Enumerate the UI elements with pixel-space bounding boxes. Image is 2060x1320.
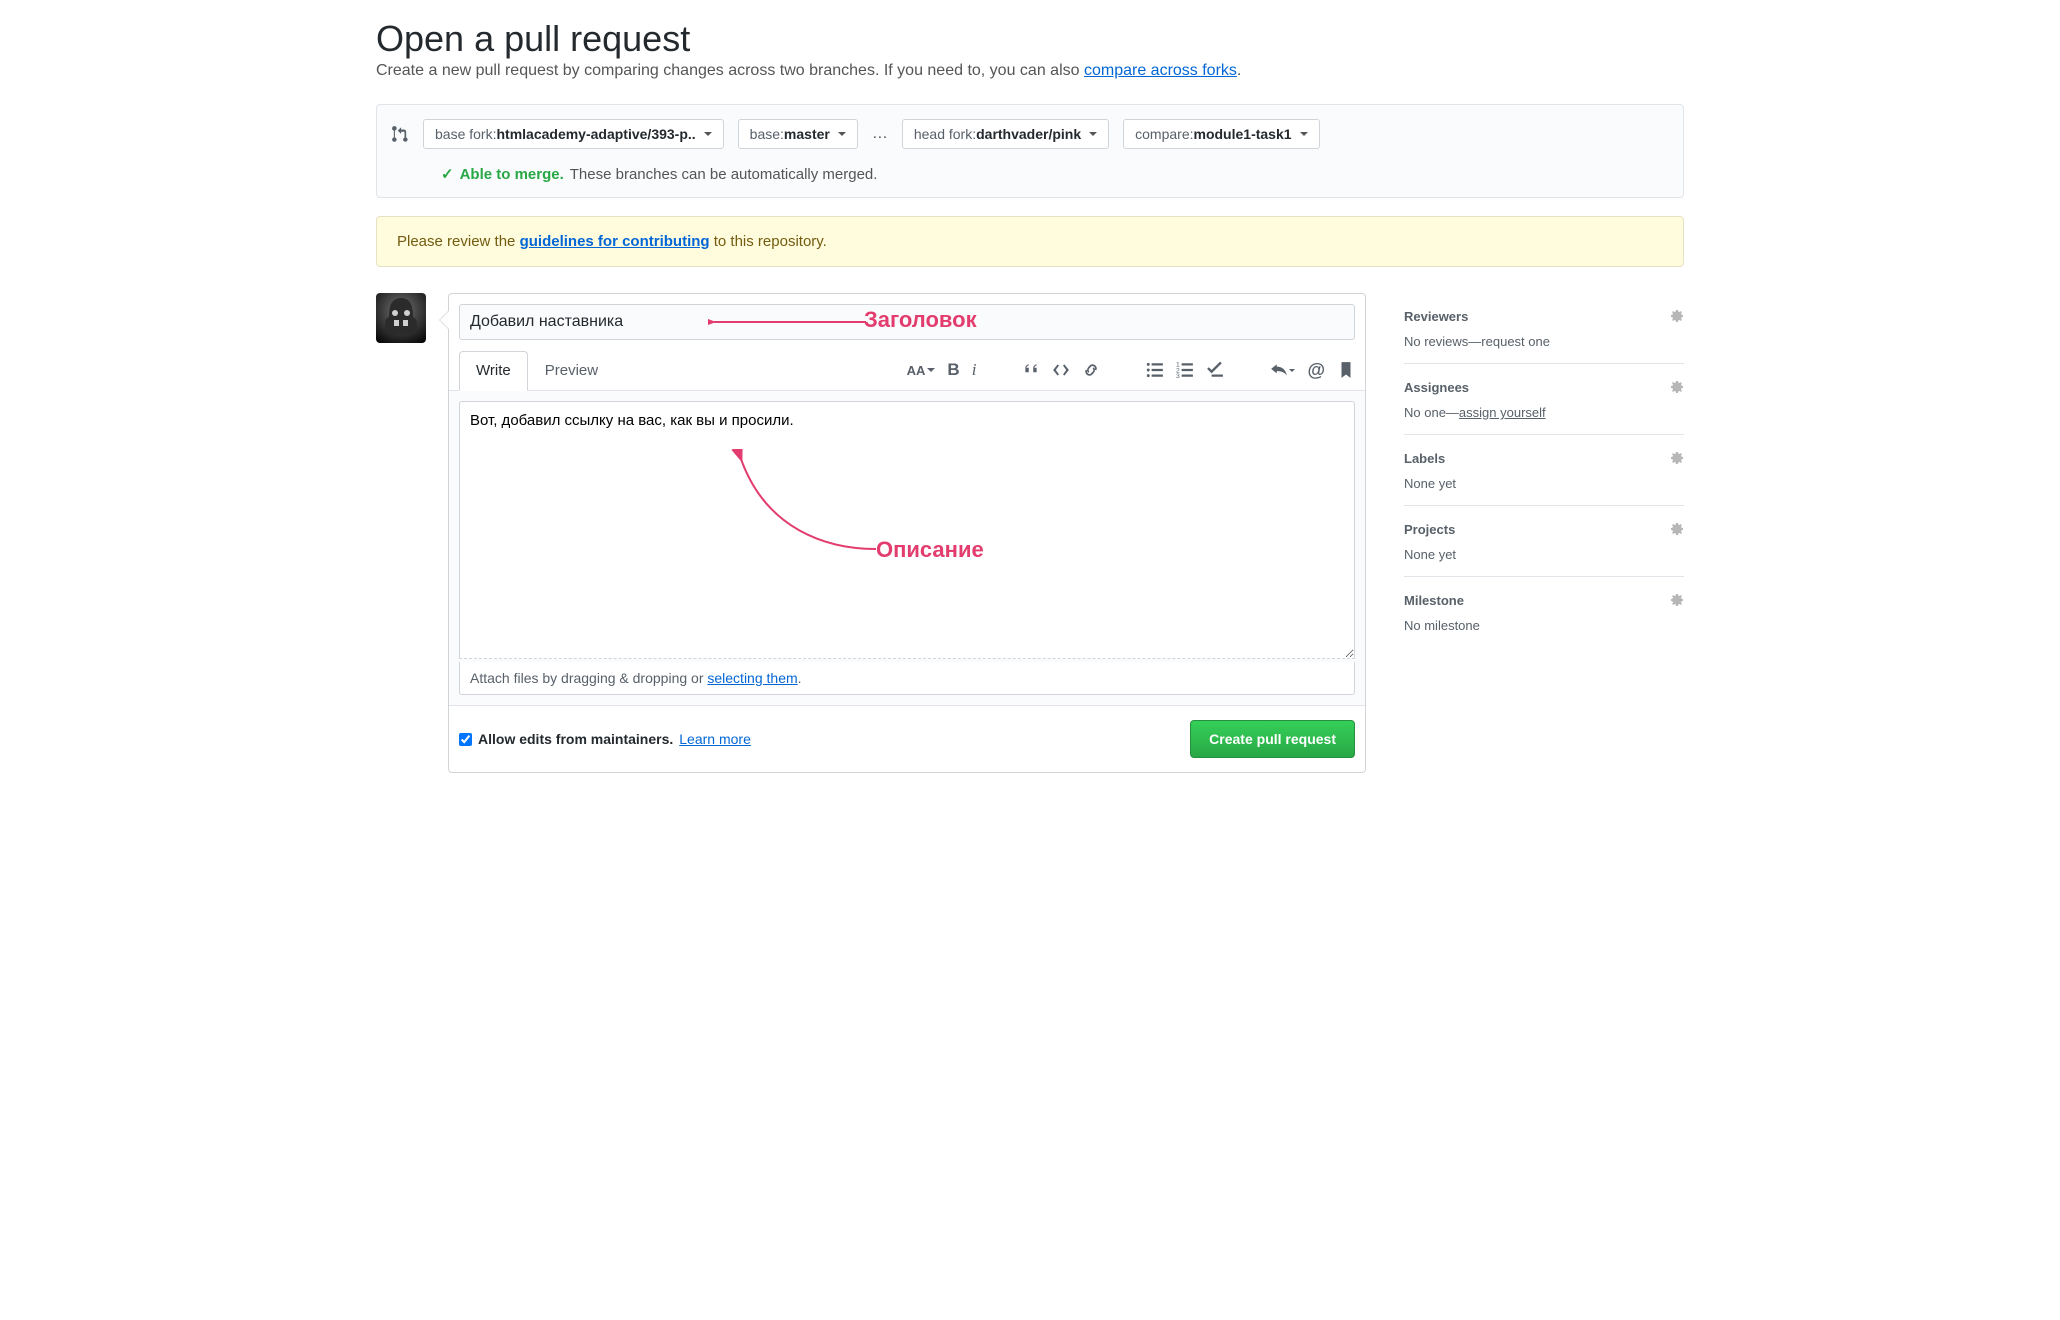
check-icon: ✓ (441, 165, 454, 183)
labels-text: None yet (1404, 476, 1684, 491)
attach-suffix: . (798, 670, 802, 686)
assign-yourself-link[interactable]: assign yourself (1459, 405, 1546, 420)
git-compare-icon (391, 125, 409, 143)
flash-suffix: to this repository. (710, 233, 827, 250)
heading-icon[interactable]: AA (907, 363, 936, 378)
base-fork-select[interactable]: base fork: htmlacademy-adaptive/393-p.. (423, 119, 724, 149)
reply-icon[interactable] (1270, 361, 1295, 379)
ol-icon[interactable]: 123 (1176, 361, 1194, 379)
caret-down-icon (1089, 132, 1097, 136)
head-fork-label: head fork: (914, 126, 976, 142)
subtitle-text: Create a new pull request by comparing c… (376, 62, 1084, 79)
italic-icon[interactable]: i (972, 360, 977, 380)
pr-body-textarea[interactable] (459, 401, 1355, 659)
attach-prefix: Attach files by dragging & dropping or (470, 670, 707, 686)
page-title: Open a pull request (376, 18, 1684, 60)
labels-title: Labels (1404, 451, 1445, 466)
compare-forks-link[interactable]: compare across forks (1084, 62, 1237, 79)
quote-icon[interactable] (1022, 361, 1040, 379)
learn-more-link[interactable]: Learn more (679, 731, 751, 747)
link-icon[interactable] (1082, 361, 1100, 379)
compare-branch-select[interactable]: compare: module1-task1 (1123, 119, 1319, 149)
gear-icon[interactable] (1668, 520, 1684, 539)
create-pr-button[interactable]: Create pull request (1190, 720, 1355, 758)
comment-box: Write Preview AA B i (448, 293, 1366, 773)
projects-title: Projects (1404, 522, 1455, 537)
tab-preview[interactable]: Preview (528, 351, 615, 391)
reviewers-text: No reviews—request one (1404, 334, 1684, 349)
head-fork-select[interactable]: head fork: darthvader/pink (902, 119, 1109, 149)
assignees-prefix: No one— (1404, 405, 1459, 420)
milestone-title: Milestone (1404, 593, 1464, 608)
gear-icon[interactable] (1668, 307, 1684, 326)
merge-desc-text: These branches can be automatically merg… (570, 166, 878, 183)
tab-write[interactable]: Write (459, 351, 528, 391)
compare-label: compare: (1135, 126, 1193, 142)
caret-down-icon (838, 132, 846, 136)
allow-edits-checkbox[interactable] (459, 733, 472, 746)
page-subtitle: Create a new pull request by comparing c… (376, 62, 1684, 80)
allow-edits-label: Allow edits from maintainers. (478, 731, 673, 747)
merge-able-text: Able to merge. (460, 166, 564, 183)
caret-down-icon (1300, 132, 1308, 136)
compare-box: base fork: htmlacademy-adaptive/393-p.. … (376, 104, 1684, 198)
assignees-title: Assignees (1404, 380, 1469, 395)
gear-icon[interactable] (1668, 378, 1684, 397)
code-icon[interactable] (1052, 361, 1070, 379)
compare-separator: … (872, 125, 888, 143)
contributing-flash: Please review the guidelines for contrib… (376, 216, 1684, 267)
task-icon[interactable] (1206, 361, 1224, 379)
guidelines-link[interactable]: guidelines for contributing (520, 233, 710, 250)
subtitle-suffix: . (1237, 62, 1241, 79)
pr-title-input[interactable] (459, 304, 1355, 340)
base-branch-select[interactable]: base: master (738, 119, 858, 149)
base-fork-value: htmlacademy-adaptive/393-p.. (496, 126, 695, 142)
head-fork-value: darthvader/pink (976, 126, 1081, 142)
compare-value: module1-task1 (1194, 126, 1292, 142)
base-fork-label: base fork: (435, 126, 496, 142)
sidebar: Reviewers No reviews—request one Assigne… (1404, 293, 1684, 773)
merge-status: ✓ Able to merge. These branches can be a… (441, 165, 1667, 183)
select-files-link[interactable]: selecting them (707, 670, 797, 686)
caret-down-icon (704, 132, 712, 136)
bold-icon[interactable]: B (947, 360, 959, 380)
svg-text:3: 3 (1176, 373, 1180, 379)
ul-icon[interactable] (1146, 361, 1164, 379)
markdown-toolbar: AA B i 123 (907, 360, 1355, 381)
user-avatar[interactable] (376, 293, 426, 343)
projects-text: None yet (1404, 547, 1684, 562)
bookmark-icon[interactable] (1337, 361, 1355, 379)
mention-icon[interactable]: @ (1307, 360, 1325, 381)
reviewers-title: Reviewers (1404, 309, 1468, 324)
gear-icon[interactable] (1668, 591, 1684, 610)
base-label: base: (750, 126, 784, 142)
milestone-text: No milestone (1404, 618, 1684, 633)
base-value: master (784, 126, 830, 142)
attach-hint: Attach files by dragging & dropping or s… (459, 662, 1355, 695)
flash-prefix: Please review the (397, 233, 520, 250)
gear-icon[interactable] (1668, 449, 1684, 468)
